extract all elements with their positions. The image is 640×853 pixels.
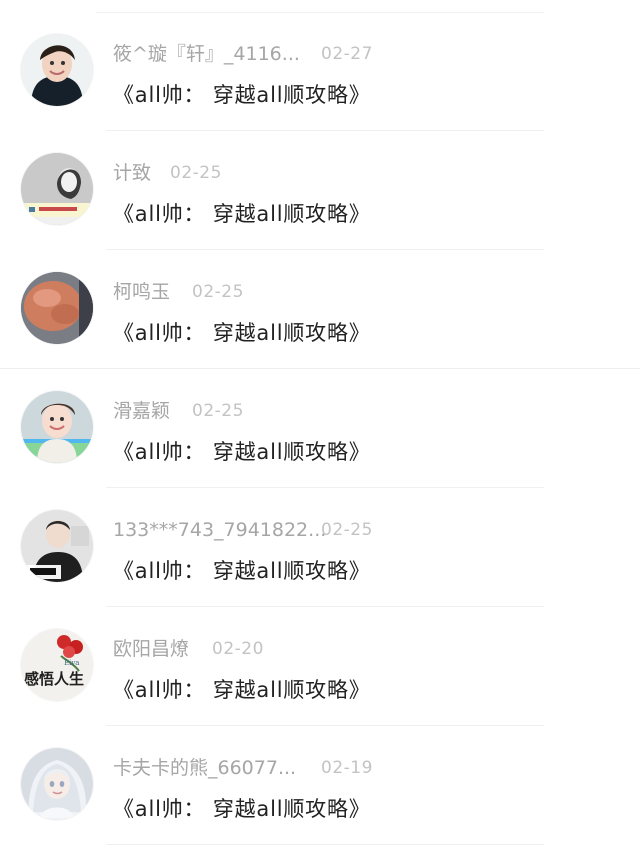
- comment-meta: 筱^璇『轩』_4116... 02-27: [113, 41, 372, 67]
- user-avatar[interactable]: [21, 272, 93, 344]
- comment-list: 筱^璇『轩』_4116... 02-27 《all帅： 穿越all顺攻略》 计致…: [0, 0, 640, 853]
- username[interactable]: 欧阳昌燎: [113, 636, 189, 662]
- user-avatar[interactable]: Eiva 感悟人生: [21, 629, 93, 701]
- comment-date: 02-25: [192, 282, 244, 302]
- comment-meta: 卡夫卡的熊_66077... 02-19: [113, 755, 372, 781]
- comment-row[interactable]: 133***743_7941822... 02-25 《all帅： 穿越all顺…: [0, 488, 640, 607]
- comment-title[interactable]: 《all帅： 穿越all顺攻略》: [113, 437, 371, 467]
- comment-date: 02-25: [192, 401, 244, 421]
- user-avatar[interactable]: [21, 510, 93, 582]
- user-avatar[interactable]: [21, 748, 93, 820]
- comment-title[interactable]: 《all帅： 穿越all顺攻略》: [113, 794, 371, 824]
- user-avatar[interactable]: [21, 391, 93, 463]
- username[interactable]: 柯鸣玉: [113, 279, 170, 305]
- user-avatar[interactable]: [21, 153, 93, 225]
- comment-meta: 滑嘉颖 02-25: [113, 398, 243, 424]
- comment-meta: 计致 02-25: [113, 160, 221, 186]
- comment-date: 02-25: [170, 163, 222, 183]
- comment-date: 02-25: [321, 520, 373, 540]
- username[interactable]: 133***743_7941822...: [113, 517, 326, 543]
- comment-row[interactable]: 卡夫卡的熊_66077... 02-19 《all帅： 穿越all顺攻略》: [0, 726, 640, 845]
- comment-row[interactable]: 滑嘉颖 02-25 《all帅： 穿越all顺攻略》: [0, 369, 640, 488]
- username[interactable]: 筱^璇『轩』_4116...: [113, 41, 300, 67]
- username[interactable]: 卡夫卡的熊_66077...: [113, 755, 296, 781]
- comment-title[interactable]: 《all帅： 穿越all顺攻略》: [113, 199, 371, 229]
- comment-title[interactable]: 《all帅： 穿越all顺攻略》: [113, 675, 371, 705]
- comment-row[interactable]: 筱^璇『轩』_4116... 02-27 《all帅： 穿越all顺攻略》: [0, 12, 640, 131]
- comment-title[interactable]: 《all帅： 穿越all顺攻略》: [113, 80, 371, 110]
- username[interactable]: 滑嘉颖: [113, 398, 170, 424]
- user-avatar[interactable]: [21, 34, 93, 106]
- comment-date: 02-20: [212, 639, 264, 659]
- comment-date: 02-27: [321, 44, 373, 64]
- avatar-small-text: Eiva: [64, 659, 79, 667]
- comment-title[interactable]: 《all帅： 穿越all顺攻略》: [113, 318, 371, 348]
- row-divider: [106, 844, 544, 845]
- username[interactable]: 计致: [113, 160, 151, 186]
- comment-meta: 欧阳昌燎 02-20: [113, 636, 263, 662]
- avatar-calligraphy-text: 感悟人生: [24, 670, 84, 688]
- comment-date: 02-19: [321, 758, 373, 778]
- comment-row[interactable]: 计致 02-25 《all帅： 穿越all顺攻略》: [0, 131, 640, 250]
- comment-meta: 133***743_7941822... 02-25: [113, 517, 372, 543]
- comment-row[interactable]: Eiva 感悟人生 欧阳昌燎 02-20 《all帅： 穿越all顺攻略》: [0, 607, 640, 726]
- comment-row[interactable]: 柯鸣玉 02-25 《all帅： 穿越all顺攻略》: [0, 250, 640, 369]
- comment-meta: 柯鸣玉 02-25: [113, 279, 243, 305]
- comment-title[interactable]: 《all帅： 穿越all顺攻略》: [113, 556, 371, 586]
